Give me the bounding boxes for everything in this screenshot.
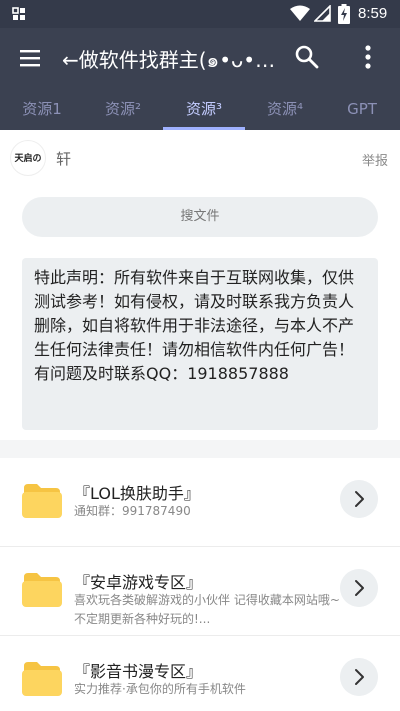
tab-gpt[interactable]: GPT <box>324 88 400 130</box>
item-title: 『安卓游戏专区』 <box>74 573 203 592</box>
folder-icon <box>22 484 62 518</box>
chevron-right-icon[interactable] <box>340 480 378 518</box>
report-link[interactable]: 举报 <box>362 150 388 169</box>
chevron-right-icon[interactable] <box>340 569 378 607</box>
status-bar: 8:59 <box>0 0 400 28</box>
disclaimer-notice: 特此声明：所有软件来自于互联网收集，仅供测试参考！如有侵权，请及时联系我方负责人… <box>22 258 378 430</box>
author-row: 天启の咩 轩 举报 <box>0 130 400 186</box>
chevron-right-icon[interactable] <box>340 658 378 696</box>
battery-charging-icon <box>338 4 350 24</box>
item-description: 喜欢玩各类破解游戏的小伙伴 记得收藏本网站哦~不定期更新各种好玩的!... <box>74 593 340 626</box>
section-divider <box>0 440 400 458</box>
avatar[interactable]: 天启の咩 <box>10 140 46 176</box>
item-description: 通知群：991787490 <box>74 504 191 518</box>
status-time: 8:59 <box>358 5 388 22</box>
notification-icon <box>12 7 25 20</box>
signal-icon <box>314 5 331 22</box>
item-description: 实力推荐·承包你的所有手机软件 <box>74 682 246 696</box>
folder-icon <box>22 662 62 696</box>
tab-resource-2[interactable]: 资源² <box>82 88 164 130</box>
item-title: 『LOL换肤助手』 <box>74 484 200 503</box>
page-title: ←做软件找群主(๑•ᴗ•๑)... <box>62 48 280 72</box>
search-files-button[interactable]: 搜文件 <box>22 197 378 237</box>
tab-resource-3[interactable]: 资源³ <box>163 88 245 130</box>
list-item[interactable]: 『影音书漫专区』 实力推荐·承包你的所有手机软件 <box>0 636 400 711</box>
tab-resource-1[interactable]: 资源1 <box>2 88 82 130</box>
menu-icon[interactable] <box>18 46 42 70</box>
folder-icon <box>22 573 62 607</box>
list-item[interactable]: 『安卓游戏专区』 喜欢玩各类破解游戏的小伙伴 记得收藏本网站哦~不定期更新各种好… <box>0 547 400 635</box>
tab-bar: 资源1 资源² 资源³ 资源⁴ GPT <box>0 88 400 130</box>
app-bar: ←做软件找群主(๑•ᴗ•๑)... <box>0 28 400 88</box>
search-icon[interactable] <box>294 44 320 70</box>
item-title: 『影音书漫专区』 <box>74 662 203 681</box>
more-options-icon[interactable] <box>358 44 378 70</box>
wifi-icon <box>290 5 310 21</box>
list-item[interactable]: 『LOL换肤助手』 通知群：991787490 <box>0 458 400 546</box>
tab-resource-4[interactable]: 资源⁴ <box>244 88 326 130</box>
author-name[interactable]: 轩 <box>56 148 71 169</box>
